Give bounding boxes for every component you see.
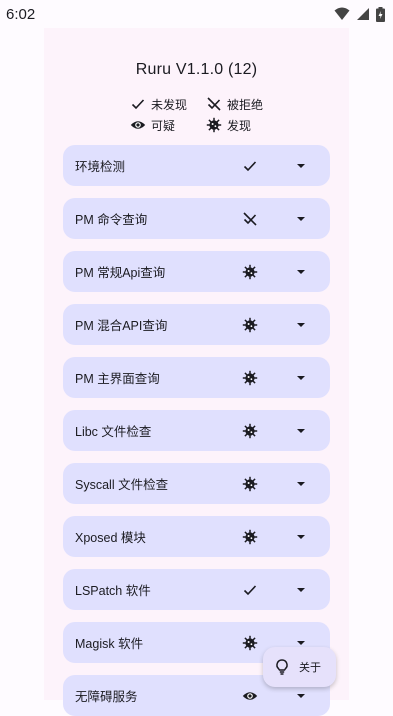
expand-arrow-icon[interactable] — [292, 316, 310, 334]
check-item[interactable]: Syscall 文件检查 — [63, 463, 330, 504]
check-label: Syscall 文件检查 — [75, 478, 169, 492]
wifi-icon — [334, 7, 350, 20]
check-item[interactable]: 环境检测 — [63, 145, 330, 186]
about-button[interactable]: 关于 — [263, 647, 336, 687]
virus-icon — [241, 634, 259, 652]
status-time: 6:02 — [6, 5, 36, 23]
expand-arrow-icon[interactable] — [292, 422, 310, 440]
check-label: LSPatch 软件 — [75, 584, 151, 598]
check-item[interactable]: Libc 文件检查 — [63, 410, 330, 451]
virus-icon — [241, 475, 259, 493]
signal-icon — [357, 8, 369, 20]
legend-not-found-label: 未发现 — [151, 97, 188, 112]
check-item[interactable]: PM 混合API查询 — [63, 304, 330, 345]
rejected-icon — [241, 210, 259, 228]
check-label: Xposed 模块 — [75, 531, 146, 545]
legend-suspicious: 可疑 — [130, 115, 175, 135]
expand-arrow-icon[interactable] — [292, 475, 310, 493]
legend-found: 发现 — [206, 115, 251, 135]
expand-arrow-icon[interactable] — [292, 369, 310, 387]
check-item[interactable]: PM 命令查询 — [63, 198, 330, 239]
about-button-label: 关于 — [299, 662, 321, 674]
check-label: 无障碍服务 — [75, 690, 138, 704]
virus-icon — [241, 528, 259, 546]
virus-icon — [241, 422, 259, 440]
legend-rejected: 被拒绝 — [206, 94, 263, 114]
expand-arrow-icon[interactable] — [292, 581, 310, 599]
app-title: Ruru V1.1.0 (12) — [135, 61, 258, 78]
eye-icon — [130, 121, 146, 129]
check-item[interactable]: PM 主界面查询 — [63, 357, 330, 398]
battery-icon — [376, 6, 385, 22]
check-icon — [241, 581, 259, 599]
expand-arrow-icon[interactable] — [292, 210, 310, 228]
system-icons — [334, 6, 385, 22]
check-label: Magisk 软件 — [75, 637, 144, 651]
legend-suspicious-label: 可疑 — [151, 118, 176, 133]
check-item[interactable]: LSPatch 软件 — [63, 569, 330, 610]
check-label: PM 主界面查询 — [75, 372, 160, 386]
check-item[interactable]: Xposed 模块 — [63, 516, 330, 557]
legend-not-found: 未发现 — [130, 94, 187, 114]
expand-arrow-icon[interactable] — [292, 157, 310, 175]
status-legend: 未发现 被拒绝 可疑 发现 — [130, 94, 280, 136]
check-icon — [131, 99, 145, 110]
check-item[interactable]: PM 常规Api查询 — [63, 251, 330, 292]
check-icon — [241, 157, 259, 175]
rejected-icon — [207, 97, 221, 111]
legend-found-label: 发现 — [227, 118, 252, 133]
legend-rejected-label: 被拒绝 — [227, 97, 264, 112]
virus-icon — [241, 316, 259, 334]
expand-arrow-icon[interactable] — [292, 528, 310, 546]
expand-arrow-icon[interactable] — [292, 263, 310, 281]
check-label: PM 命令查询 — [75, 213, 148, 227]
eye-icon — [241, 687, 259, 705]
status-bar: 6:02 — [0, 0, 393, 28]
expand-arrow-icon[interactable] — [292, 687, 310, 705]
virus-icon — [241, 263, 259, 281]
check-label: PM 常规Api查询 — [75, 266, 166, 280]
virus-icon — [206, 117, 222, 133]
check-label: PM 混合API查询 — [75, 319, 168, 333]
check-label: Libc 文件检查 — [75, 425, 152, 439]
virus-icon — [241, 369, 259, 387]
lightbulb-icon — [276, 659, 288, 675]
check-label: 环境检测 — [75, 160, 126, 174]
